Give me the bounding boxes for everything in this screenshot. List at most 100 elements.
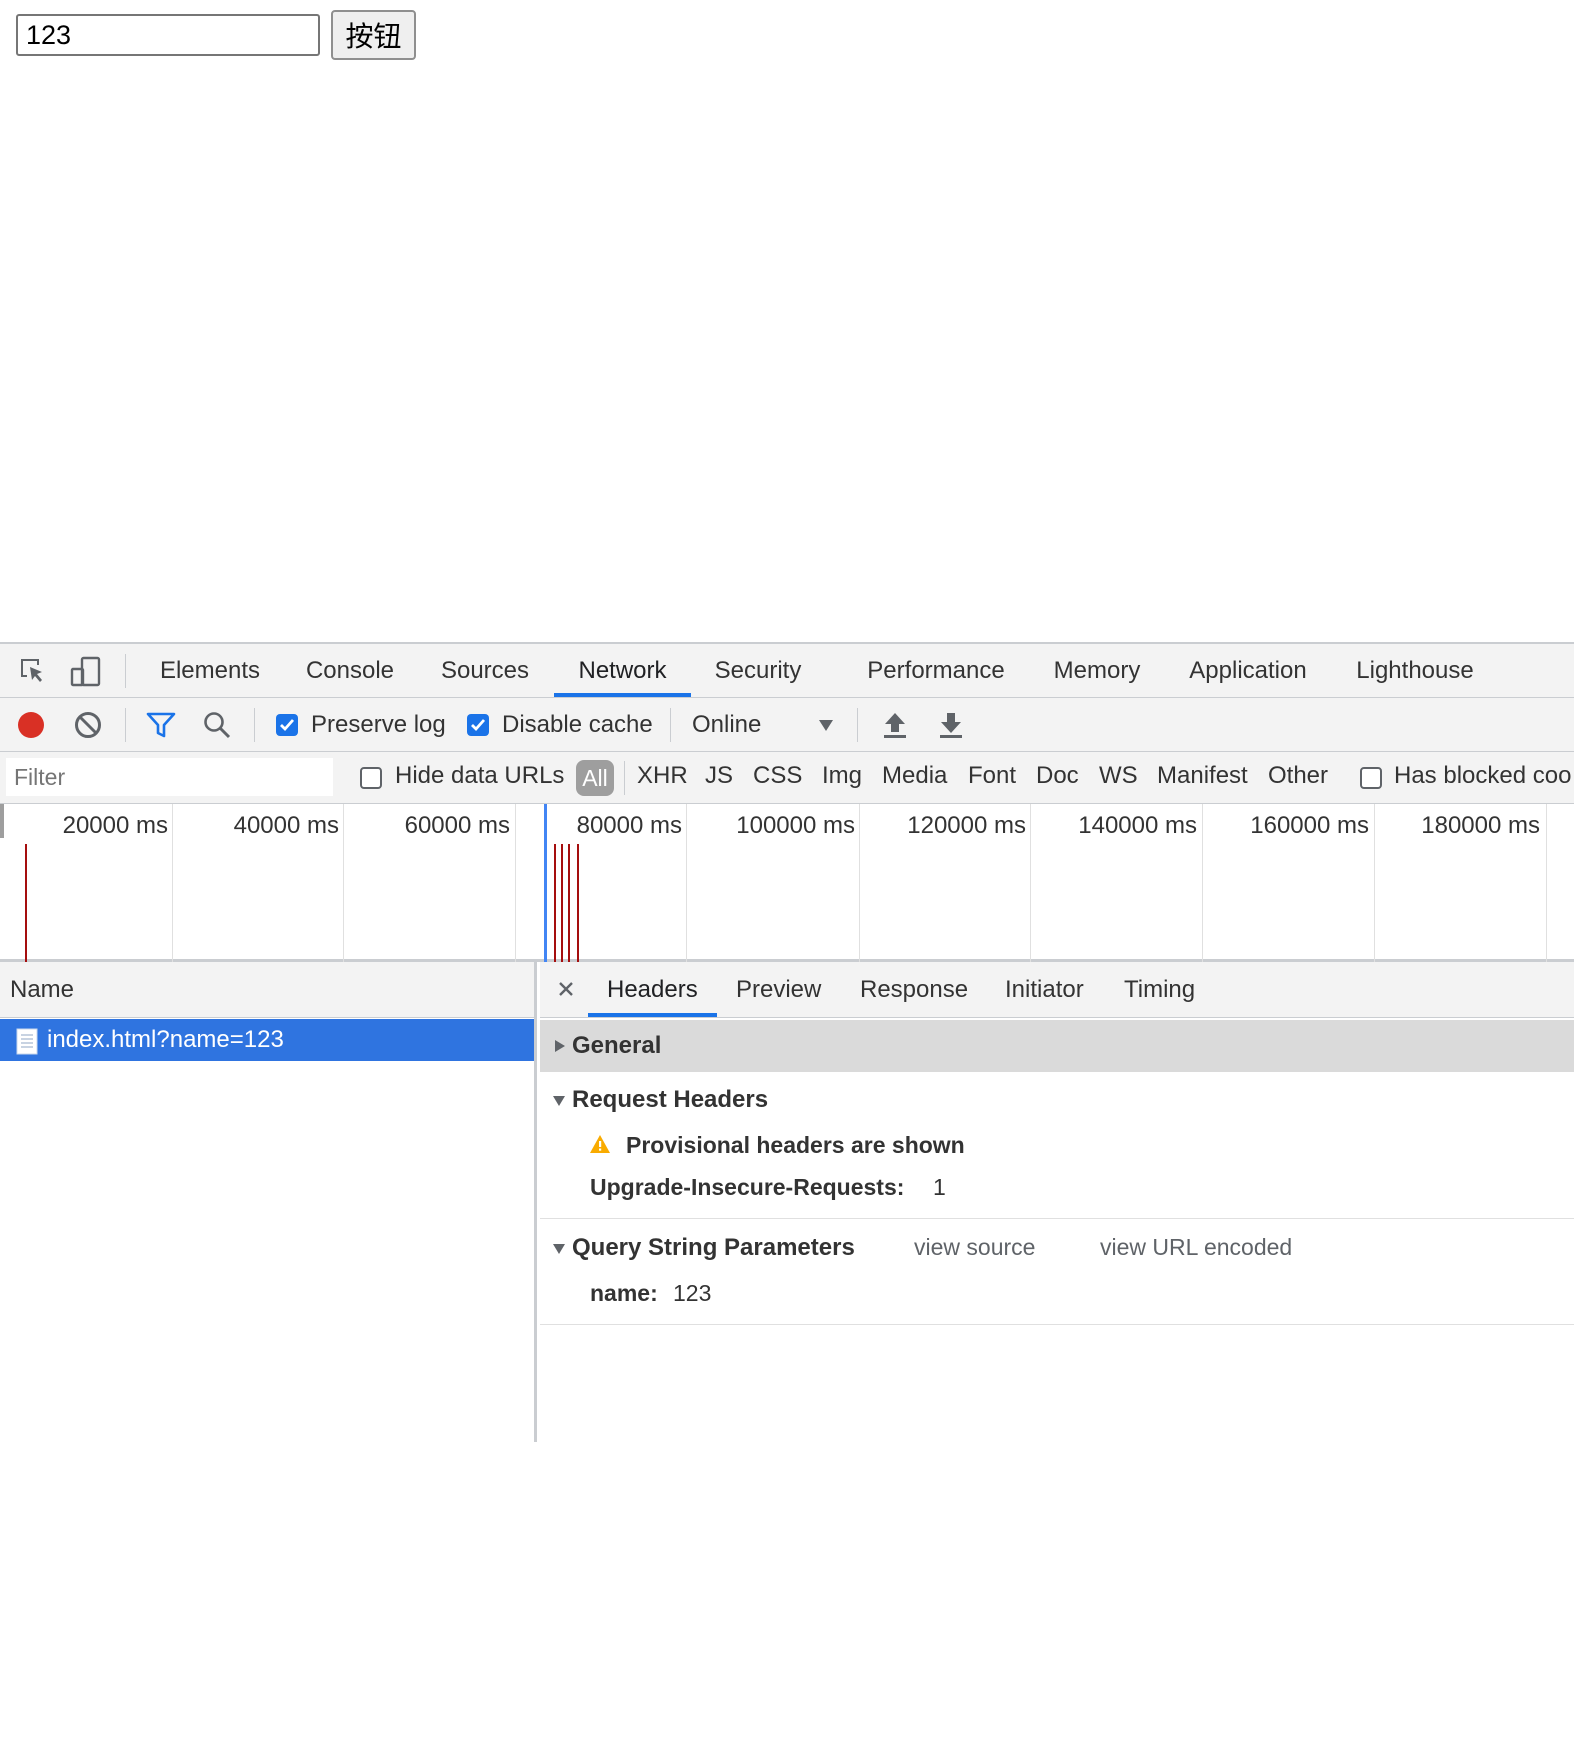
disable-cache-checkbox[interactable] bbox=[467, 714, 489, 736]
tab-headers[interactable]: Headers bbox=[607, 962, 698, 1017]
search-icon[interactable] bbox=[202, 710, 232, 740]
gridline bbox=[686, 804, 687, 962]
type-filter-doc[interactable]: Doc bbox=[1036, 762, 1079, 790]
type-filter-xhr[interactable]: XHR bbox=[637, 762, 688, 790]
throttling-select[interactable]: Online bbox=[692, 711, 761, 739]
divider bbox=[670, 708, 671, 742]
filter-icon[interactable] bbox=[146, 711, 176, 739]
overview-tick: 40000 ms bbox=[233, 812, 339, 839]
request-marker bbox=[554, 844, 556, 962]
device-toolbar-icon[interactable] bbox=[70, 656, 102, 688]
type-filter-ws[interactable]: WS bbox=[1099, 762, 1138, 790]
query-params-title[interactable]: Query String Parameters bbox=[572, 1234, 855, 1262]
request-marker bbox=[568, 844, 570, 962]
request-list: Name index.html?name=123 bbox=[0, 962, 537, 1442]
type-filter-img[interactable]: Img bbox=[822, 762, 862, 790]
tab-memory[interactable]: Memory bbox=[1045, 644, 1149, 697]
gridline bbox=[1374, 804, 1375, 962]
table-row[interactable]: index.html?name=123 bbox=[0, 1019, 534, 1061]
overview-tick: 140000 ms bbox=[1078, 812, 1197, 839]
request-headers-title[interactable]: Request Headers bbox=[572, 1086, 768, 1114]
gridline bbox=[1202, 804, 1203, 962]
tab-console[interactable]: Console bbox=[296, 644, 404, 697]
name-input[interactable] bbox=[16, 14, 320, 56]
divider bbox=[125, 708, 126, 742]
record-icon[interactable] bbox=[17, 711, 45, 739]
view-url-encoded-link[interactable]: view URL encoded bbox=[1100, 1234, 1292, 1261]
tab-timing[interactable]: Timing bbox=[1124, 962, 1195, 1017]
provisional-headers-warning: Provisional headers are shown bbox=[626, 1132, 965, 1158]
clear-icon[interactable] bbox=[74, 711, 102, 739]
submit-button[interactable]: 按钮 bbox=[331, 10, 416, 60]
triangle-down-icon[interactable] bbox=[552, 1737, 566, 1749]
tab-preview[interactable]: Preview bbox=[736, 962, 821, 1017]
request-marker bbox=[25, 844, 27, 962]
tab-security[interactable]: Security bbox=[705, 644, 811, 697]
chevron-down-icon[interactable] bbox=[818, 718, 834, 732]
param-key: name: bbox=[590, 1280, 658, 1306]
divider bbox=[540, 1218, 1574, 1219]
inspect-element-icon[interactable] bbox=[18, 656, 48, 686]
active-tab-indicator bbox=[554, 693, 691, 697]
type-filter-font[interactable]: Font bbox=[968, 762, 1016, 790]
gridline bbox=[1546, 804, 1547, 962]
hide-data-urls-checkbox[interactable] bbox=[360, 767, 382, 789]
type-filter-manifest[interactable]: Manifest bbox=[1157, 762, 1248, 790]
network-toolbar: Preserve log Disable cache Online bbox=[0, 698, 1574, 752]
network-overview[interactable]: 20000 ms 40000 ms 60000 ms 80000 ms 1000… bbox=[0, 804, 1574, 962]
filter-input[interactable] bbox=[6, 758, 333, 796]
view-source-link[interactable]: view source bbox=[914, 1234, 1035, 1261]
preserve-log-checkbox[interactable] bbox=[276, 714, 298, 736]
header-key: Upgrade-Insecure-Requests: bbox=[590, 1174, 905, 1200]
gridline bbox=[859, 804, 860, 962]
tab-elements[interactable]: Elements bbox=[152, 644, 268, 697]
type-filter-all[interactable]: All bbox=[576, 760, 614, 796]
overview-tick: 180000 ms bbox=[1421, 812, 1540, 839]
export-har-icon[interactable] bbox=[938, 710, 964, 740]
import-har-icon[interactable] bbox=[882, 710, 908, 740]
tab-response[interactable]: Response bbox=[860, 962, 968, 1017]
type-filter-js[interactable]: JS bbox=[705, 762, 733, 790]
overview-left-handle[interactable] bbox=[0, 804, 4, 838]
tab-initiator[interactable]: Initiator bbox=[1005, 962, 1084, 1017]
request-name: index.html?name=123 bbox=[47, 1026, 284, 1053]
dom-content-loaded-marker bbox=[544, 804, 547, 962]
tab-lighthouse[interactable]: Lighthouse bbox=[1346, 644, 1484, 697]
general-section-header[interactable]: General bbox=[540, 1020, 1574, 1072]
tab-performance[interactable]: Performance bbox=[858, 644, 1014, 697]
overview-tick: 120000 ms bbox=[907, 812, 1026, 839]
tab-application[interactable]: Application bbox=[1180, 644, 1316, 697]
document-icon bbox=[16, 1027, 38, 1055]
warning-icon bbox=[589, 1134, 611, 1154]
request-marker bbox=[561, 844, 563, 962]
overview-tick: 100000 ms bbox=[736, 812, 855, 839]
overview-tick: 60000 ms bbox=[404, 812, 510, 839]
has-blocked-cookies-label[interactable]: Has blocked coo bbox=[1394, 762, 1571, 790]
name-column-header[interactable]: Name bbox=[0, 962, 534, 1018]
triangle-down-icon[interactable] bbox=[552, 1242, 566, 1254]
type-filter-other[interactable]: Other bbox=[1268, 762, 1328, 790]
gridline bbox=[515, 804, 516, 962]
param-value: 123 bbox=[673, 1280, 712, 1306]
hide-data-urls-label[interactable]: Hide data URLs bbox=[395, 762, 564, 790]
overview-tick: 20000 ms bbox=[62, 812, 168, 839]
active-tab-indicator bbox=[588, 1013, 717, 1017]
disable-cache-label[interactable]: Disable cache bbox=[502, 711, 653, 739]
has-blocked-cookies-checkbox[interactable] bbox=[1360, 767, 1382, 789]
divider bbox=[125, 654, 126, 688]
divider bbox=[857, 708, 858, 742]
devtools-tabbar: Elements Console Sources Network Securit… bbox=[0, 644, 1574, 698]
gridline bbox=[343, 804, 344, 962]
header-value: 1 bbox=[933, 1174, 946, 1200]
overview-tick: 160000 ms bbox=[1250, 812, 1369, 839]
triangle-down-icon[interactable] bbox=[552, 1094, 566, 1106]
close-icon[interactable] bbox=[558, 981, 574, 997]
divider bbox=[624, 761, 625, 795]
general-title: General bbox=[572, 1032, 662, 1059]
type-filter-media[interactable]: Media bbox=[882, 762, 947, 790]
tab-network[interactable]: Network bbox=[554, 644, 691, 697]
type-filter-css[interactable]: CSS bbox=[753, 762, 802, 790]
preserve-log-label[interactable]: Preserve log bbox=[311, 711, 446, 739]
devtools-panel: Elements Console Sources Network Securit… bbox=[0, 642, 1574, 1442]
tab-sources[interactable]: Sources bbox=[432, 644, 538, 697]
